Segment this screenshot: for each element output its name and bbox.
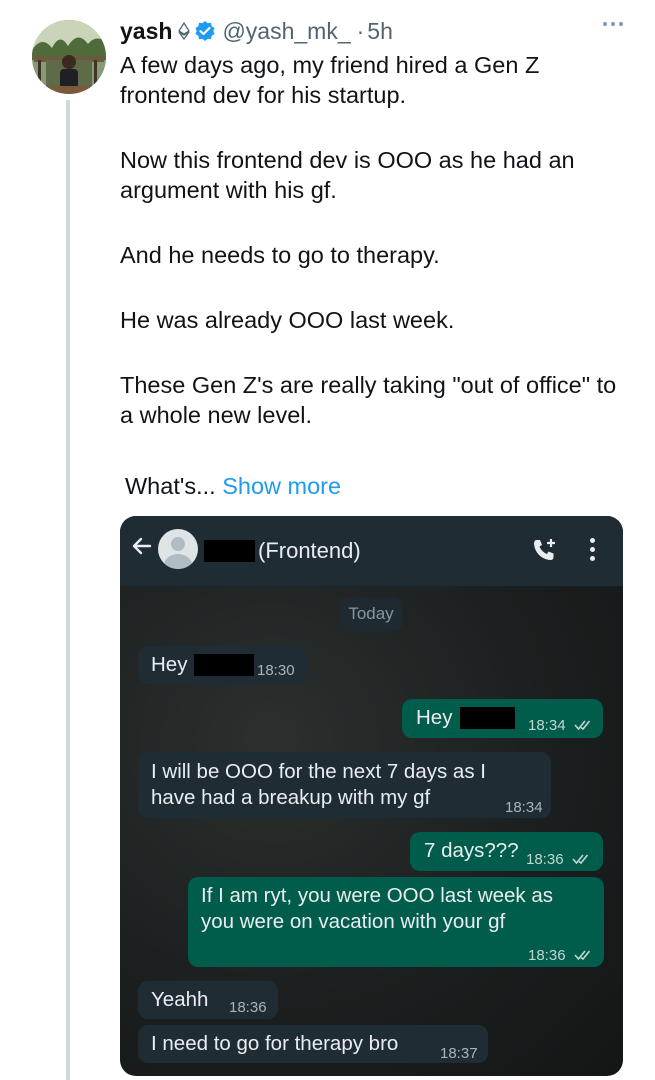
contact-avatar[interactable] <box>158 529 198 569</box>
incoming-message[interactable]: Hey 18:30 <box>138 646 307 684</box>
tweet-header: yash @yash_mk_ · 5h <box>120 16 393 46</box>
message-text: I will be OOO for the next 7 days as I <box>151 760 486 783</box>
redaction-box <box>204 540 255 562</box>
tweet-paragraph: A few days ago, my friend hired a Gen Z … <box>120 52 540 108</box>
message-time: 18:36 <box>526 851 564 868</box>
separator-dot: · <box>356 17 365 44</box>
date-chip: Today <box>340 597 402 631</box>
incoming-message[interactable]: I will be OOO for the next 7 days as I h… <box>138 752 551 818</box>
outgoing-message[interactable]: If I am ryt, you were OOO last week as y… <box>188 877 604 967</box>
truncated-line: What's... Show more <box>125 473 341 500</box>
outgoing-message[interactable]: Hey 18:34 <box>402 699 603 738</box>
show-more-link[interactable]: Show more <box>222 473 341 499</box>
message-time: 18:37 <box>440 1045 478 1062</box>
tweet-paragraph: He was already OOO last week. <box>120 307 455 333</box>
chat-top-bar: (Frontend) <box>120 516 623 586</box>
avatar-photo <box>32 20 106 94</box>
message-text: If I am ryt, you were OOO last week as <box>201 884 554 907</box>
message-time: 18:34 <box>505 799 543 816</box>
message-text: you were on vacation with your gf <box>201 910 506 933</box>
handle[interactable]: @yash_mk_ <box>222 18 350 45</box>
message-text: have had a breakup with my gf <box>151 786 431 809</box>
redaction-box <box>194 654 254 676</box>
incoming-message[interactable]: I need to go for therapy bro 18:37 <box>138 1025 488 1063</box>
back-arrow-icon[interactable] <box>130 534 154 564</box>
tweet-paragraph: Now this frontend dev is OOO as he had a… <box>120 147 575 203</box>
message-time: 18:36 <box>229 999 267 1016</box>
redaction-box <box>460 707 515 729</box>
verified-badge-icon <box>194 20 216 42</box>
outgoing-message[interactable]: 7 days??? 18:36 <box>410 832 603 871</box>
author-avatar[interactable] <box>32 20 106 94</box>
add-call-icon[interactable] <box>530 536 558 569</box>
tweet-text: A few days ago, my friend hired a Gen Z … <box>120 50 630 465</box>
message-time: 18:34 <box>528 717 566 734</box>
read-ticks-icon <box>572 847 592 873</box>
message-text: 7 days??? <box>424 839 519 862</box>
message-text: I need to go for therapy bro <box>151 1032 399 1055</box>
message-text: Yeahh <box>151 988 209 1011</box>
menu-icon[interactable] <box>590 538 595 561</box>
tweet-paragraph: These Gen Z's are really taking "out of … <box>120 372 617 428</box>
ethereum-icon <box>178 22 191 40</box>
read-ticks-icon <box>574 943 594 969</box>
message-time: 18:36 <box>528 947 566 964</box>
truncated-text: What's... <box>125 473 216 499</box>
message-time: 18:30 <box>257 662 295 679</box>
thread-line <box>66 100 70 1080</box>
message-text: Hey <box>151 653 188 676</box>
read-ticks-icon <box>574 713 594 739</box>
timestamp[interactable]: 5h <box>367 18 393 45</box>
display-name[interactable]: yash <box>120 18 172 45</box>
more-icon[interactable] <box>603 22 623 26</box>
incoming-message[interactable]: Yeahh 18:36 <box>138 981 278 1019</box>
contact-name[interactable]: (Frontend) <box>258 538 361 564</box>
chat-screenshot[interactable]: (Frontend) Today Hey 18:30 Hey 18:34 I w… <box>120 516 623 1076</box>
message-text: Hey <box>416 706 453 729</box>
tweet-paragraph: And he needs to go to therapy. <box>120 242 440 268</box>
